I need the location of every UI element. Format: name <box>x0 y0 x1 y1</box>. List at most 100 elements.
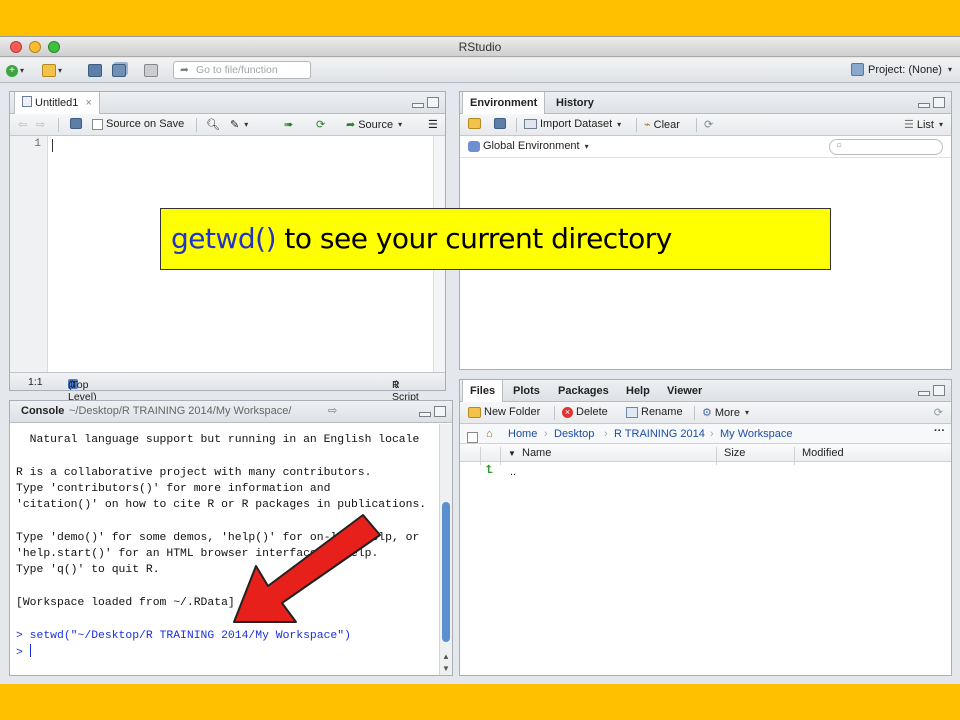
console-line: Natural language support but running in … <box>16 434 420 446</box>
tab-untitled1[interactable]: Untitled1 × <box>14 92 100 114</box>
load-workspace-button[interactable] <box>468 118 481 129</box>
environment-icon <box>468 140 480 152</box>
list-view-menu[interactable]: ☰ List ▾ <box>904 118 943 132</box>
new-file-icon: + <box>6 64 18 77</box>
breadcrumb-r-training[interactable]: R TRAINING 2014 <box>614 428 705 440</box>
scroll-up-icon[interactable]: ▲ <box>442 652 450 661</box>
document-outline-button[interactable]: ☰ <box>428 118 438 131</box>
open-file-button[interactable]: ▾ <box>42 63 62 78</box>
save-all-button[interactable] <box>112 63 126 78</box>
main-toolbar: + ▾ ▾ ➦ Go to file/function Project: (Non… <box>0 58 960 83</box>
refresh-environment-button[interactable]: ⟳ <box>704 118 713 131</box>
find-replace-button[interactable]: 🔍︎ <box>206 118 220 131</box>
console-pane-controls <box>419 406 446 417</box>
environment-toolbar: Import Dataset ▾ ⌁ Clear ⟳ ☰ List ▾ <box>460 114 951 136</box>
tab-plots[interactable]: Plots <box>506 380 547 402</box>
file-name: .. <box>510 466 517 478</box>
run-icon: ➠ <box>284 119 294 131</box>
minimize-pane-button[interactable] <box>412 103 424 108</box>
global-environment-label: Global Environment <box>483 140 580 152</box>
scroll-down-icon[interactable]: ▼ <box>442 664 450 673</box>
tab-packages[interactable]: Packages <box>551 380 616 402</box>
broom-icon: ⌁ <box>644 119 651 131</box>
maximize-pane-button[interactable] <box>933 385 945 396</box>
import-dataset-button[interactable]: Import Dataset ▾ <box>524 118 621 130</box>
project-menu[interactable]: Project: (None) ▾ <box>851 63 952 76</box>
column-size[interactable]: Size <box>724 447 745 459</box>
console-line: Type 'q()' to quit R. <box>16 564 160 577</box>
chevron-down-icon: ▾ <box>947 65 952 74</box>
maximize-pane-button[interactable] <box>427 97 439 108</box>
console-line: 'help.start()' for an HTML browser inter… <box>16 548 379 561</box>
tab-files[interactable]: Files <box>462 380 504 402</box>
checkbox-icon <box>467 432 478 443</box>
tab-help[interactable]: Help <box>619 380 657 402</box>
new-file-button[interactable]: + ▾ <box>6 63 24 78</box>
clear-workspace-button[interactable]: ⌁ Clear <box>644 118 680 132</box>
chevron-down-icon: ▾ <box>398 120 403 129</box>
console-scrollbar[interactable]: ▲ ▼ <box>439 424 452 675</box>
maximize-pane-button[interactable] <box>933 97 945 108</box>
zoom-window-button[interactable] <box>48 41 60 53</box>
refresh-icon: ⟳ <box>933 407 943 419</box>
table-icon <box>524 119 537 129</box>
table-row[interactable]: ⮤ .. <box>460 462 951 482</box>
text-cursor <box>52 139 53 152</box>
goto-file-input[interactable]: ➦ Go to file/function <box>173 61 311 79</box>
breadcrumb-my-workspace[interactable]: My Workspace <box>720 428 793 440</box>
delete-button[interactable]: × Delete <box>562 406 608 418</box>
run-line-button[interactable]: ➠ <box>284 118 293 131</box>
rename-label: Rename <box>641 406 683 418</box>
editor-statusbar: 1:1 (Top Level) ⇕ R Script ⇕ <box>10 372 445 403</box>
rename-button[interactable]: Rename <box>626 406 683 418</box>
new-folder-button[interactable]: New Folder <box>468 406 540 418</box>
goto-directory-icon[interactable]: ⇨ <box>328 404 337 417</box>
minimize-window-button[interactable] <box>29 41 41 53</box>
refresh-files-button[interactable]: ⟳ <box>934 406 943 419</box>
chevron-down-icon: ▾ <box>244 120 249 129</box>
save-button[interactable] <box>88 63 102 78</box>
minimize-pane-button[interactable] <box>918 103 930 108</box>
toolbar-divider <box>554 406 555 420</box>
breadcrumb-desktop[interactable]: Desktop <box>554 428 594 440</box>
tab-history[interactable]: History <box>549 92 601 114</box>
column-modified[interactable]: Modified <box>802 447 844 459</box>
source-on-save-checkbox[interactable]: Source on Save <box>92 118 184 130</box>
home-icon[interactable]: ⌂ <box>486 428 493 440</box>
console-scroll-thumb[interactable] <box>442 502 450 642</box>
save-workspace-button[interactable] <box>494 118 506 129</box>
editor-save-button[interactable] <box>70 118 82 129</box>
rerun-button[interactable]: ⟳ <box>316 118 325 131</box>
editor-toolbar: ⇦ ⇨ Source on Save 🔍︎ ✎ ▾ ➠ ⟳ ➦ Source ▾ … <box>10 114 445 136</box>
source-button-label: Source <box>358 118 394 131</box>
minimize-pane-button[interactable] <box>918 391 930 396</box>
breadcrumb-home[interactable]: Home <box>508 428 537 440</box>
print-button[interactable] <box>144 63 158 78</box>
tab-environment[interactable]: Environment <box>462 92 546 114</box>
files-table-header: ▼ Name Size Modified <box>460 444 951 465</box>
more-files-menu[interactable]: ⚙ More ▾ <box>702 406 749 420</box>
more-path-icon[interactable]: ··· <box>934 425 945 437</box>
new-folder-icon <box>468 406 481 418</box>
minimize-pane-button[interactable] <box>419 412 431 417</box>
close-tab-icon[interactable]: × <box>85 97 91 109</box>
updown-icon: ⇕ <box>392 379 401 391</box>
more-label: More <box>714 406 740 419</box>
files-toolbar: New Folder × Delete Rename ⚙ More ▾ ⟳ <box>460 402 951 424</box>
source-button[interactable]: ➦ Source ▾ <box>346 118 403 132</box>
code-tools-button[interactable]: ✎ ▾ <box>230 118 248 131</box>
updown-icon: ⇕ <box>68 379 77 391</box>
tab-viewer[interactable]: Viewer <box>660 380 709 402</box>
refresh-icon: ⟳ <box>704 119 714 131</box>
forward-arrow-icon[interactable]: ⇨ <box>36 118 45 131</box>
console-output[interactable]: Natural language support but running in … <box>10 424 438 675</box>
global-environment-menu[interactable]: Global Environment ▾ <box>468 140 589 152</box>
editor-pane-controls <box>412 97 439 108</box>
maximize-pane-button[interactable] <box>434 406 446 417</box>
environment-search-input[interactable]: ○ <box>829 139 943 155</box>
back-arrow-icon[interactable]: ⇦ <box>18 118 27 131</box>
chevron-down-icon: ▾ <box>938 120 943 129</box>
column-name[interactable]: Name <box>522 447 551 459</box>
close-window-button[interactable] <box>10 41 22 53</box>
